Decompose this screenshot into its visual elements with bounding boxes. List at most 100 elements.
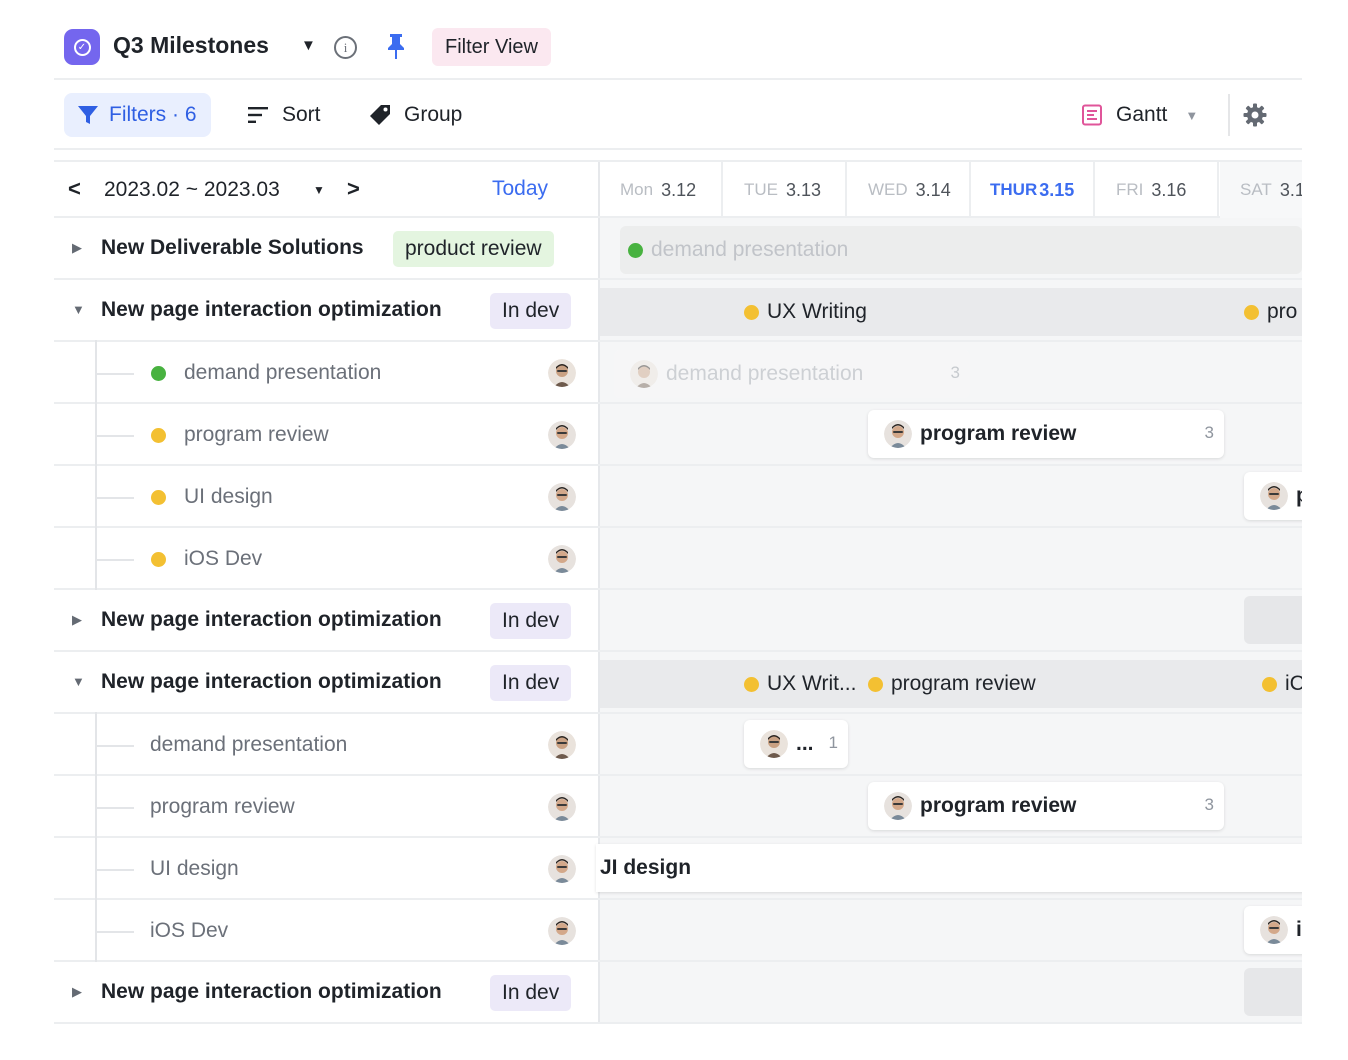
avatar[interactable]: [548, 917, 576, 945]
toolbar: Filters · 6 Sort Group Gantt ▼: [54, 82, 1302, 150]
collapsed-summary-bar[interactable]: [1244, 596, 1302, 644]
chevron-right-icon[interactable]: >: [347, 176, 360, 202]
task-row[interactable]: program review: [54, 402, 600, 466]
group-title: New page interaction optimization: [101, 298, 442, 321]
group-row[interactable]: ▼ New page interaction optimization In d…: [54, 280, 600, 342]
task-row[interactable]: demand presentation: [54, 340, 600, 404]
day-column-header: TUE 3.13: [724, 162, 847, 218]
row-divider: [600, 898, 1302, 900]
today-button[interactable]: Today: [492, 177, 548, 201]
task-bar[interactable]: p: [1244, 472, 1302, 520]
expand-triangle-icon[interactable]: ▶: [72, 984, 82, 1000]
avatar[interactable]: [548, 545, 576, 573]
avatar[interactable]: [548, 359, 576, 387]
task-title: iOS Dev: [150, 919, 229, 942]
avatar[interactable]: [548, 731, 576, 759]
task-bar[interactable]: demand presentation 3: [614, 350, 970, 398]
group-row[interactable]: ▶ New page interaction optimization In d…: [54, 962, 600, 1024]
tree-branch: [96, 745, 134, 747]
chevron-down-icon[interactable]: ▼: [313, 183, 325, 197]
task-bar[interactable]: ... 1: [744, 720, 848, 768]
status-dot-icon: [151, 490, 166, 505]
view-header: ✓ Q3 Milestones ▼ i Filter View: [54, 0, 1302, 80]
tree-branch: [96, 931, 134, 933]
group-row[interactable]: ▶ New page interaction optimization In d…: [54, 590, 600, 652]
task-row[interactable]: UI design: [54, 836, 600, 900]
row-divider: [600, 650, 1302, 652]
avatar[interactable]: [548, 483, 576, 511]
tree-line: [95, 340, 97, 404]
avatar[interactable]: [548, 793, 576, 821]
milestone-app-icon: ✓: [64, 29, 100, 65]
tree-branch: [96, 435, 134, 437]
summary-band[interactable]: UX Writ... program review iC: [600, 660, 1302, 708]
expand-triangle-icon[interactable]: ▶: [72, 240, 82, 256]
task-title: program review: [150, 795, 295, 818]
summary-band[interactable]: demand presentation: [620, 226, 1302, 274]
row-divider: [600, 836, 1302, 838]
chevron-down-icon[interactable]: ▼: [301, 37, 316, 54]
toolbar-divider: [1228, 94, 1230, 136]
task-bar[interactable]: JI design: [596, 844, 1302, 892]
day-column-header: WED 3.14: [848, 162, 971, 218]
collapsed-summary-bar[interactable]: [1244, 968, 1302, 1016]
task-row[interactable]: UI design: [54, 464, 600, 528]
row-divider: [600, 464, 1302, 466]
date-range-label[interactable]: 2023.02 ~ 2023.03: [104, 178, 280, 202]
date-range-nav: < 2023.02 ~ 2023.03 ▼ > Today: [54, 162, 600, 218]
collapse-triangle-icon[interactable]: ▼: [72, 302, 85, 317]
day-column-header: FRI 3.16: [1096, 162, 1219, 218]
band-item: iC: [1262, 672, 1302, 696]
pin-icon[interactable]: [385, 32, 407, 60]
task-row[interactable]: program review: [54, 774, 600, 838]
task-row[interactable]: iOS Dev: [54, 526, 600, 590]
task-bar[interactable]: program review 3: [868, 782, 1224, 830]
group-row[interactable]: ▼ New page interaction optimization In d…: [54, 652, 600, 714]
status-tag: product review: [393, 231, 554, 267]
collapse-triangle-icon[interactable]: ▼: [72, 674, 85, 689]
status-dot-icon: [151, 366, 166, 381]
view-switcher-button[interactable]: Gantt ▼: [1080, 93, 1198, 137]
tree-line: [95, 712, 97, 776]
task-bar[interactable]: i: [1244, 906, 1302, 954]
tree-branch: [96, 559, 134, 561]
group-button[interactable]: Group: [368, 93, 462, 137]
day-column-header: SAT 3.1: [1220, 162, 1302, 218]
group-row[interactable]: ▶ New Deliverable Solutions product revi…: [54, 218, 600, 280]
record-list-pane: < 2023.02 ~ 2023.03 ▼ > Today ▶ New Deli…: [54, 162, 600, 1024]
avatar: [1260, 916, 1288, 944]
status-tag: In dev: [490, 293, 572, 329]
row-divider: [600, 340, 1302, 342]
gantt-grid: < 2023.02 ~ 2023.03 ▼ > Today ▶ New Deli…: [54, 160, 1302, 1024]
chevron-left-icon[interactable]: <: [68, 176, 81, 202]
task-bar[interactable]: program review 3: [868, 410, 1224, 458]
tag-icon: [370, 105, 390, 125]
status-dot-icon: [868, 676, 883, 692]
status-tag: In dev: [490, 975, 572, 1011]
view-title[interactable]: Q3 Milestones: [113, 32, 269, 59]
day-column-header: Mon 3.12: [600, 162, 723, 218]
expand-triangle-icon[interactable]: ▶: [72, 612, 82, 628]
day-column-header-today: THUR 3.15: [972, 162, 1095, 218]
avatar[interactable]: [548, 421, 576, 449]
task-row[interactable]: demand presentation: [54, 712, 600, 776]
info-icon[interactable]: i: [334, 36, 357, 59]
band-item: demand presentation: [628, 238, 848, 262]
row-divider: [600, 402, 1302, 404]
band-item: program review: [868, 672, 1036, 696]
avatar[interactable]: [548, 855, 576, 883]
task-row[interactable]: iOS Dev: [54, 898, 600, 962]
tree-line: [95, 402, 97, 466]
task-title: demand presentation: [150, 733, 348, 756]
gear-icon[interactable]: [1242, 102, 1268, 128]
group-title: New page interaction optimization: [101, 608, 442, 631]
group-title: New page interaction optimization: [101, 980, 442, 1003]
status-dot-icon: [1244, 304, 1259, 320]
sort-button[interactable]: Sort: [246, 93, 321, 137]
avatar: [884, 420, 912, 448]
filters-button[interactable]: Filters · 6: [64, 93, 211, 137]
filter-view-chip[interactable]: Filter View: [432, 28, 551, 66]
summary-band[interactable]: UX Writing pro: [600, 288, 1302, 336]
status-dot-icon: [1262, 676, 1277, 692]
status-tag: In dev: [490, 603, 572, 639]
